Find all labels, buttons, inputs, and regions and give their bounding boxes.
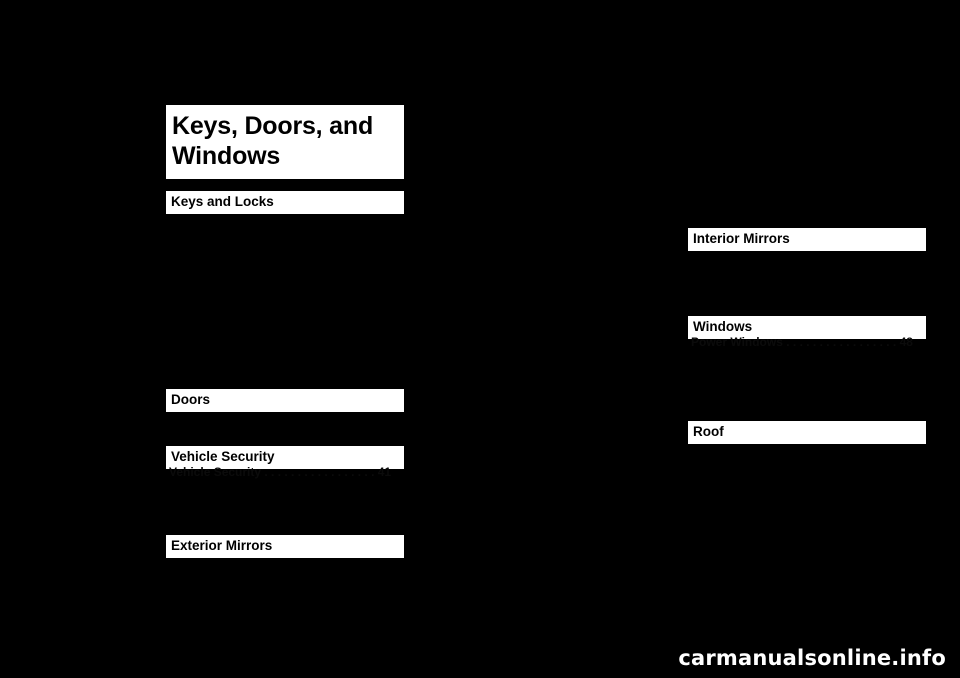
manual-page: Keys, Doors, and Windows Keys and Locks …: [0, 0, 960, 678]
left-column: Keys, Doors, and Windows Keys and Locks …: [83, 0, 404, 678]
right-column: Keys and Locks Keys Warning: [605, 0, 840, 678]
middle-column: Interior Mirrors Windows Power Windows .…: [344, 0, 926, 678]
watermark: carmanualsonline.info: [678, 646, 946, 670]
